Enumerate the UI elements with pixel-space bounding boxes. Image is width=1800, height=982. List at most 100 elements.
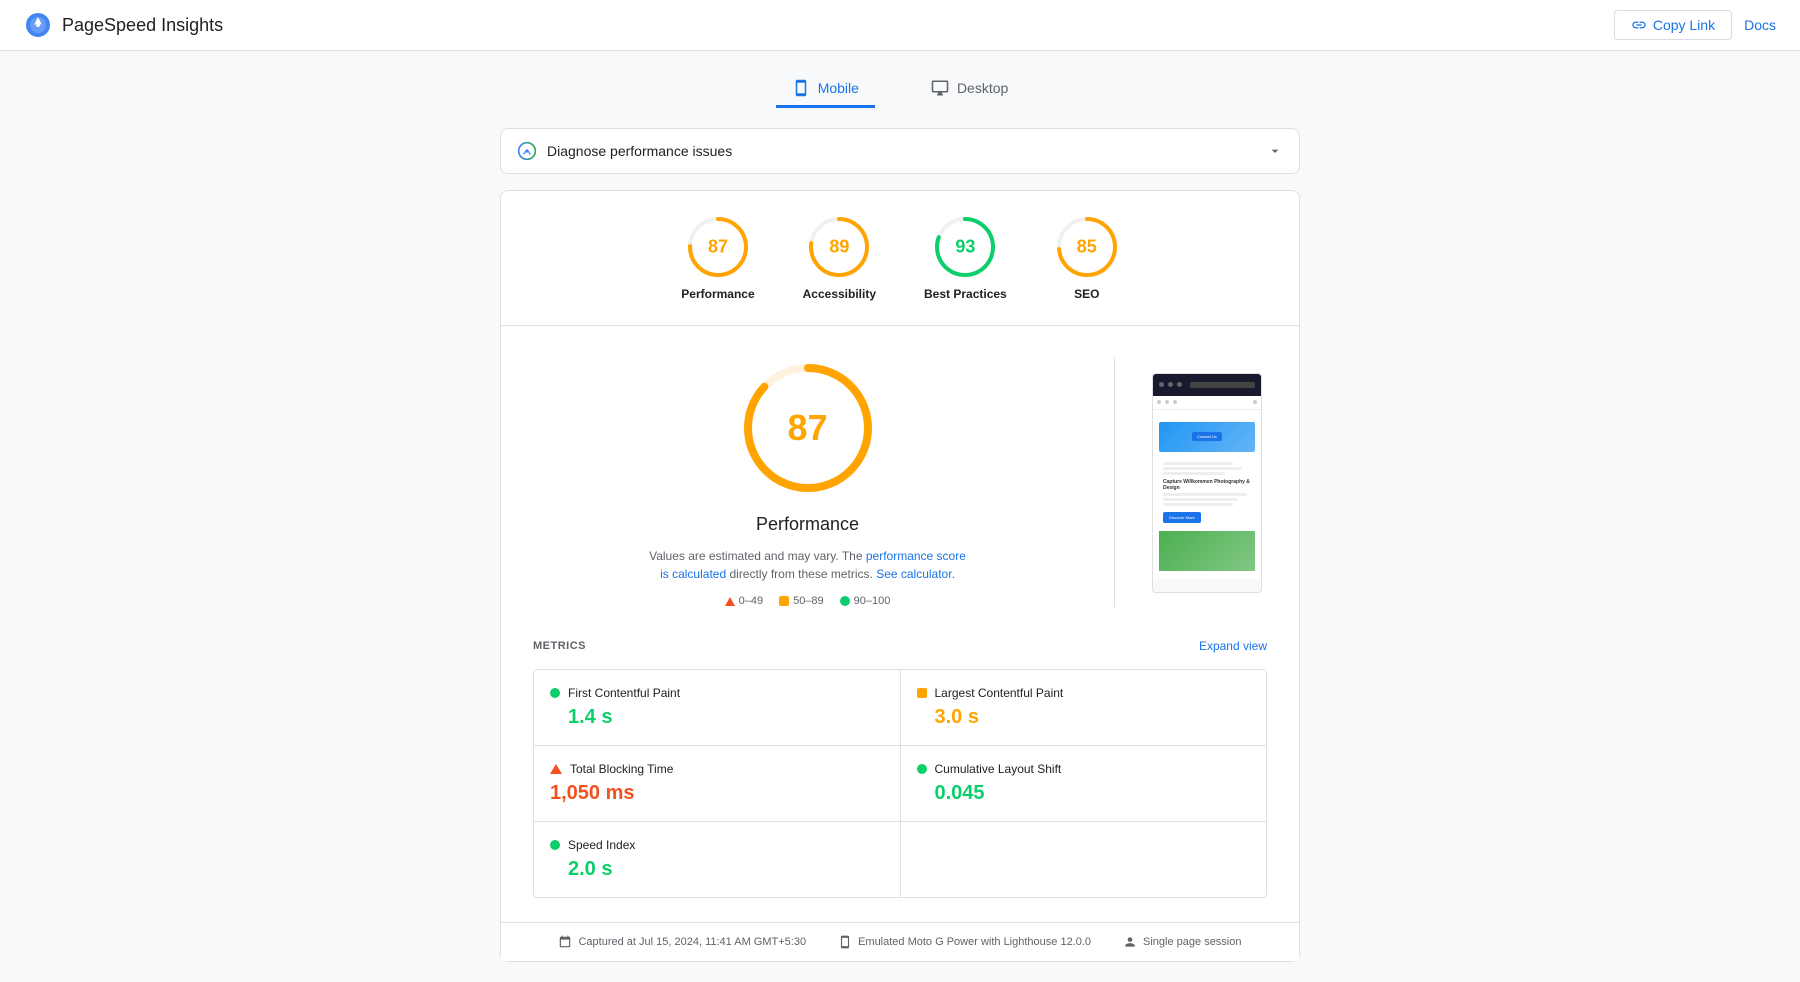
metric-tbt-name-row: Total Blocking Time xyxy=(550,762,884,776)
score-circle-accessibility: 89 xyxy=(807,215,871,279)
metric-cell-lcp: Largest Contentful Paint 3.0 s xyxy=(901,670,1267,745)
score-value-accessibility: 89 xyxy=(829,237,849,258)
screenshot-preview: Contact Us Capture Willkommen Photograph… xyxy=(1152,373,1262,593)
score-item-performance[interactable]: 87 Performance xyxy=(681,215,754,301)
metric-cls-name: Cumulative Layout Shift xyxy=(935,762,1062,776)
metric-fcp-value: 1.4 s xyxy=(550,706,884,729)
performance-left: 87 Performance Values are estimated and … xyxy=(533,358,1082,607)
screenshot-text-line-5 xyxy=(1163,498,1238,501)
metric-cell-tbt: Total Blocking Time 1,050 ms xyxy=(534,746,900,821)
legend-average-range: 50–89 xyxy=(793,595,824,607)
screenshot-area: Contact Us Capture Willkommen Photograph… xyxy=(1147,358,1267,607)
screenshot-body: Contact Us Capture Willkommen Photograph… xyxy=(1153,410,1261,579)
score-item-seo[interactable]: 85 SEO xyxy=(1055,215,1119,301)
score-circle-seo: 85 xyxy=(1055,215,1119,279)
legend-average: 50–89 xyxy=(779,595,824,607)
app-title: PageSpeed Insights xyxy=(62,15,223,36)
header-left: PageSpeed Insights xyxy=(24,11,223,39)
diagnose-label: Diagnose performance issues xyxy=(547,143,732,159)
copy-link-button[interactable]: Copy Link xyxy=(1614,10,1732,40)
screenshot-heading: Capture Willkommen Photography & Design xyxy=(1163,479,1251,491)
performance-title: Performance xyxy=(756,514,859,535)
description-start: Values are estimated and may vary. The xyxy=(649,549,866,563)
score-label-accessibility: Accessibility xyxy=(803,287,876,301)
screenshot-dot-2 xyxy=(1168,382,1173,387)
metric-si-dot xyxy=(550,840,560,850)
metric-si-value: 2.0 s xyxy=(550,858,884,881)
metric-lcp-name: Largest Contentful Paint xyxy=(935,686,1064,700)
screenshot-text-area: Capture Willkommen Photography & Design … xyxy=(1159,456,1255,527)
tab-desktop-label: Desktop xyxy=(957,80,1008,96)
metrics-grid: First Contentful Paint 1.4 s Largest Con… xyxy=(533,669,1267,898)
gauge-icon xyxy=(517,141,537,161)
header-right: Copy Link Docs xyxy=(1614,10,1776,40)
legend-fail-icon xyxy=(725,597,735,606)
metric-lcp-name-row: Largest Contentful Paint xyxy=(917,686,1251,700)
footer-captured-text: Captured at Jul 15, 2024, 11:41 AM GMT+5… xyxy=(578,936,806,948)
screenshot-dot-3 xyxy=(1177,382,1182,387)
footer-captured: Captured at Jul 15, 2024, 11:41 AM GMT+5… xyxy=(558,935,806,949)
metric-si-name-row: Speed Index xyxy=(550,838,884,852)
metric-cls-value: 0.045 xyxy=(917,782,1251,805)
calendar-icon xyxy=(558,935,572,949)
score-item-accessibility[interactable]: 89 Accessibility xyxy=(803,215,876,301)
metric-cls-dot xyxy=(917,764,927,774)
screenshot-text-line-3 xyxy=(1163,472,1225,475)
score-circles-row: 87 Performance 89 Accessibility xyxy=(501,191,1299,326)
metric-cell-si: Speed Index 2.0 s xyxy=(534,822,900,897)
score-legend: 0–49 50–89 90–100 xyxy=(725,595,891,607)
diagnose-bar[interactable]: Diagnose performance issues xyxy=(500,128,1300,174)
vertical-divider xyxy=(1114,358,1115,607)
legend-pass-icon xyxy=(840,596,850,606)
desktop-icon xyxy=(931,79,949,97)
metric-tbt-value: 1,050 ms xyxy=(550,782,884,805)
screenshot-nav-dot-4 xyxy=(1253,400,1257,404)
metrics-section: METRICS Expand view First Contentful Pai… xyxy=(501,639,1299,922)
screenshot-text-line-6 xyxy=(1163,503,1233,506)
mobile-icon xyxy=(792,79,810,97)
screenshot-text-line-2 xyxy=(1163,467,1242,470)
phone-icon xyxy=(838,935,852,949)
metric-fcp-name-row: First Contentful Paint xyxy=(550,686,884,700)
screenshot-header-bar xyxy=(1153,374,1261,396)
legend-average-icon xyxy=(779,596,789,606)
expand-view-button[interactable]: Expand view xyxy=(1199,639,1267,653)
see-calculator-link[interactable]: See calculator. xyxy=(876,567,955,581)
header: PageSpeed Insights Copy Link Docs xyxy=(0,0,1800,51)
pagespeed-logo-icon xyxy=(24,11,52,39)
footer-session: Single page session xyxy=(1123,935,1241,949)
metric-si-name: Speed Index xyxy=(568,838,635,852)
legend-pass: 90–100 xyxy=(840,595,891,607)
metric-lcp-dot xyxy=(917,688,927,698)
tab-mobile-label: Mobile xyxy=(818,80,859,96)
metric-tbt-dot xyxy=(550,764,562,774)
screenshot-hero: Contact Us xyxy=(1159,422,1255,452)
score-item-best-practices[interactable]: 93 Best Practices xyxy=(924,215,1007,301)
chevron-down-icon xyxy=(1267,143,1283,159)
footer-device: Emulated Moto G Power with Lighthouse 12… xyxy=(838,935,1091,949)
footer-session-text: Single page session xyxy=(1143,936,1241,948)
tab-mobile[interactable]: Mobile xyxy=(776,71,875,108)
screenshot-text-line-1 xyxy=(1163,462,1233,465)
description-end: directly from these metrics. xyxy=(726,567,873,581)
score-card: 87 Performance 89 Accessibility xyxy=(500,190,1300,962)
docs-link[interactable]: Docs xyxy=(1744,17,1776,33)
screenshot-dot-1 xyxy=(1159,382,1164,387)
performance-area: 87 Performance Values are estimated and … xyxy=(501,326,1299,639)
link-icon xyxy=(1631,17,1647,33)
screenshot-nav xyxy=(1153,396,1261,410)
screenshot-nav-dot xyxy=(1157,400,1161,404)
screenshot-bottom-image xyxy=(1159,531,1255,571)
metrics-header: METRICS Expand view xyxy=(533,639,1267,653)
score-label-seo: SEO xyxy=(1074,287,1099,301)
screenshot-nav-dot-2 xyxy=(1165,400,1169,404)
metric-cell-cls: Cumulative Layout Shift 0.045 xyxy=(901,746,1267,821)
metrics-label: METRICS xyxy=(533,640,586,652)
metric-lcp-value: 3.0 s xyxy=(917,706,1251,729)
tab-desktop[interactable]: Desktop xyxy=(915,71,1024,108)
legend-pass-range: 90–100 xyxy=(854,595,891,607)
performance-description: Values are estimated and may vary. The p… xyxy=(648,547,968,583)
metric-fcp-dot xyxy=(550,688,560,698)
footer-bar: Captured at Jul 15, 2024, 11:41 AM GMT+5… xyxy=(501,922,1299,961)
footer-device-text: Emulated Moto G Power with Lighthouse 12… xyxy=(858,936,1091,948)
